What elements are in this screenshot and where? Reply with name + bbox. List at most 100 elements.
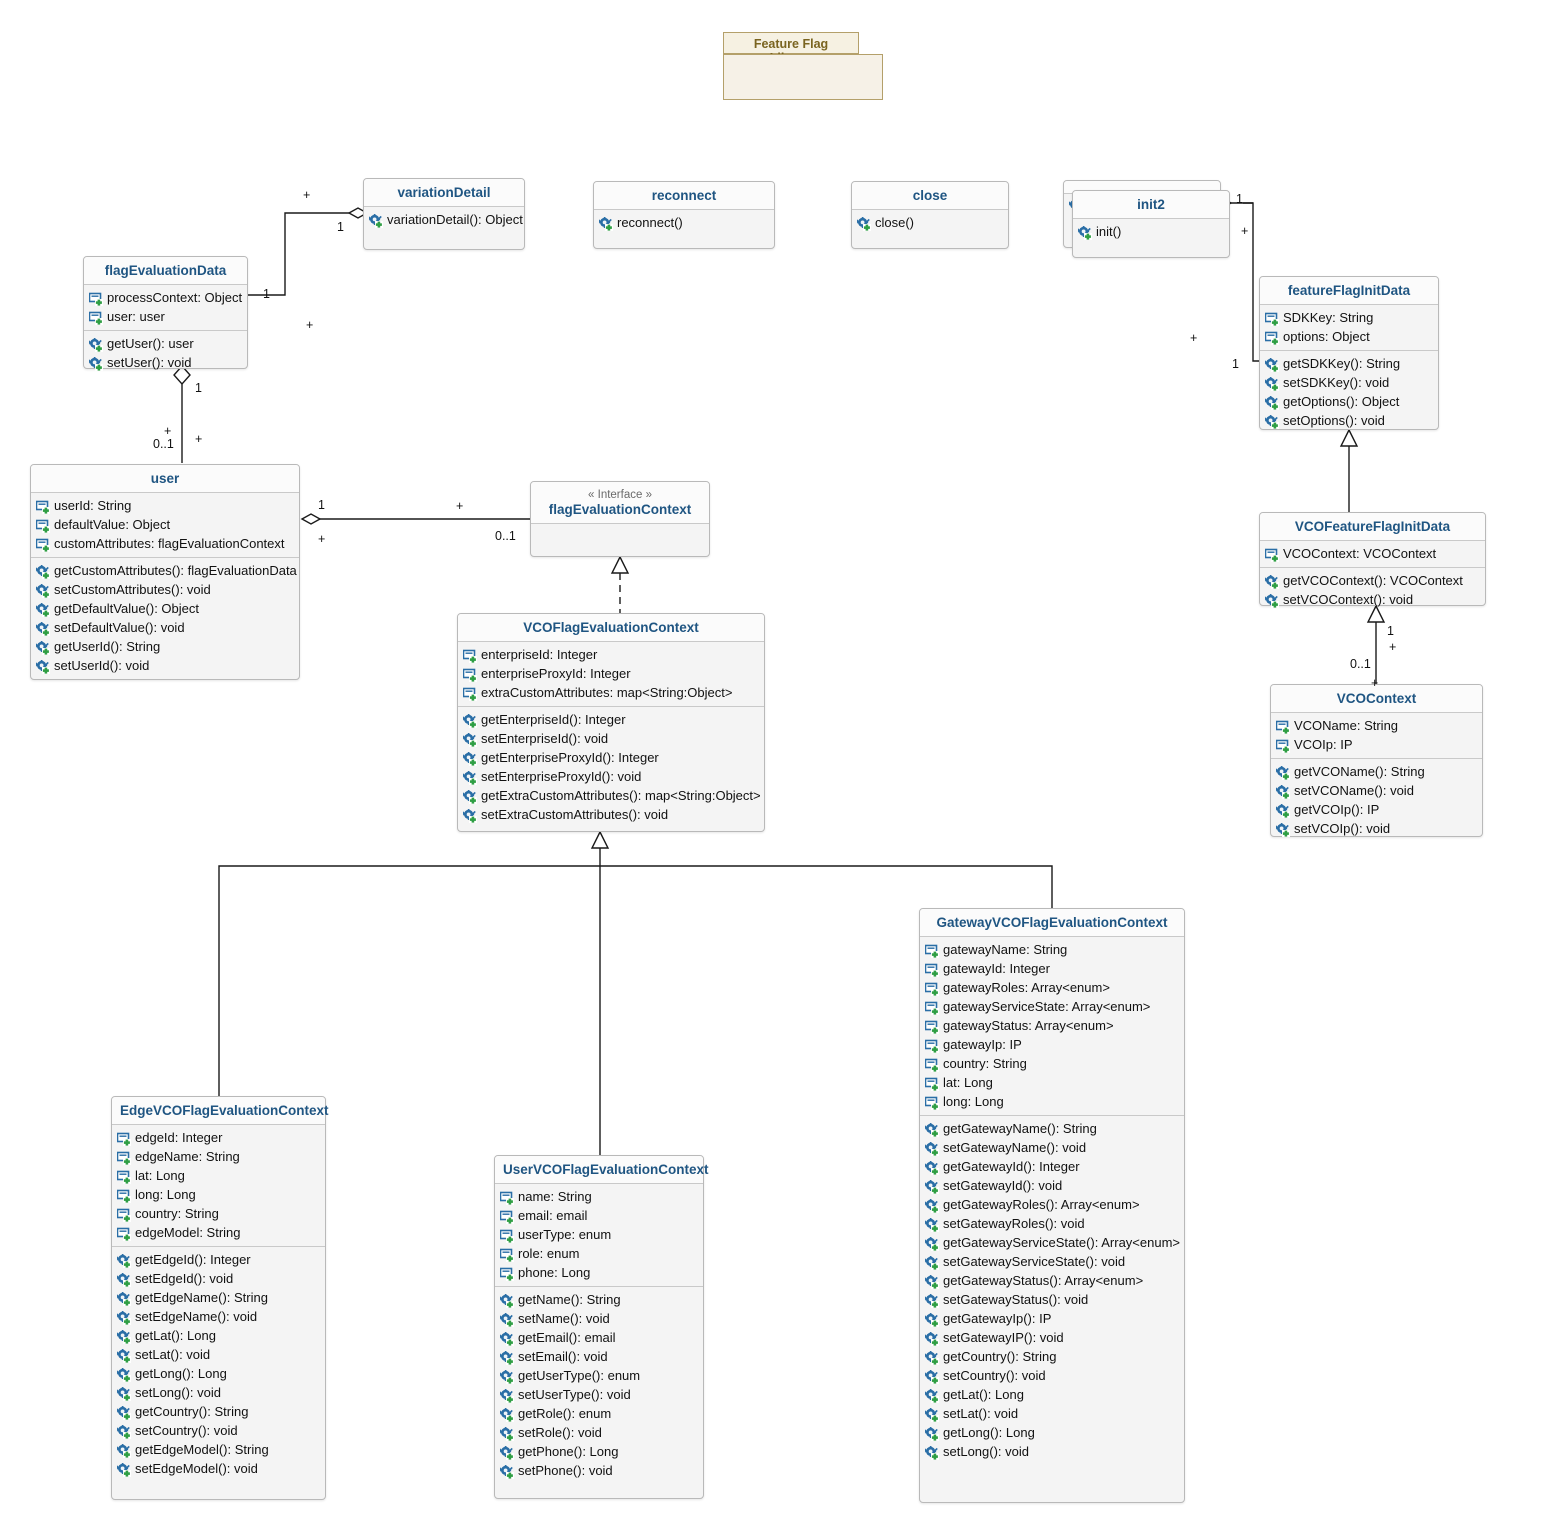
class-reconnect[interactable]: reconnect reconnect() <box>593 181 775 249</box>
attribute-icon <box>924 1001 940 1015</box>
attributes-section: VCOName: String VCOIp: IP <box>1271 713 1482 758</box>
method-icon <box>923 1236 940 1251</box>
members-section <box>531 524 709 563</box>
attribute-row: enterpriseProxyId: Integer <box>458 664 764 683</box>
method-row: setRole(): void <box>495 1423 703 1442</box>
class-VCOFlagEvaluationContext[interactable]: VCOFlagEvaluationContext enterpriseId: I… <box>457 613 765 832</box>
method-icon <box>498 1426 515 1441</box>
method-row: getCustomAttributes(): flagEvaluationDat… <box>31 561 299 580</box>
method-icon <box>34 564 51 579</box>
aggregation-diamond-flagevalcontext <box>300 513 322 525</box>
method-row: getEnterpriseId(): Integer <box>458 710 764 729</box>
class-featureFlagInitData[interactable]: featureFlagInitData SDKKey: String optio… <box>1259 276 1439 430</box>
methods-section: getName(): String setName(): void getEma… <box>495 1286 703 1484</box>
attribute-icon <box>499 1229 515 1243</box>
method-row: getVCOContext(): VCOContext <box>1260 571 1485 590</box>
attribute-icon <box>116 1151 132 1165</box>
method-icon <box>923 1369 940 1384</box>
class-VCOFeatureFlagInitData[interactable]: VCOFeatureFlagInitData VCOContext: VCOCo… <box>1259 512 1486 608</box>
method-icon <box>115 1424 132 1439</box>
attribute-row: user: user <box>84 307 247 326</box>
method-icon <box>923 1407 940 1422</box>
class-title: reconnect <box>594 182 774 210</box>
method-row: setUser(): void <box>84 353 247 372</box>
class-flagEvaluationData[interactable]: flagEvaluationData processContext: Objec… <box>83 256 248 372</box>
edge-multiplicity-label: + <box>318 532 326 546</box>
attribute-row: edgeName: String <box>112 1147 325 1166</box>
edge-multiplicity-label: 1 <box>1236 192 1243 206</box>
method-row: setLat(): void <box>920 1404 1184 1423</box>
edge-multiplicity-label: + <box>1371 676 1379 690</box>
class-flagEvaluationContext[interactable]: « Interface » flagEvaluationContext <box>530 481 710 557</box>
method-icon <box>1274 765 1291 780</box>
method-icon <box>923 1141 940 1156</box>
method-row: getOptions(): Object <box>1260 392 1438 411</box>
edge-multiplicity-label: 1 <box>195 381 202 395</box>
methods-section: variationDetail(): Object <box>364 207 524 233</box>
method-icon <box>461 770 478 785</box>
attribute-icon <box>924 944 940 958</box>
attribute-row: gatewayId: Integer <box>920 959 1184 978</box>
method-icon <box>597 216 614 231</box>
edge-gen-edge <box>218 865 600 1096</box>
attribute-row: gatewayIp: IP <box>920 1035 1184 1054</box>
class-variationDetail[interactable]: variationDetail variationDetail(): Objec… <box>363 178 525 250</box>
class-GatewayVCOFlagEvaluationContext[interactable]: GatewayVCOFlagEvaluationContext gatewayN… <box>919 908 1185 1503</box>
class-EdgeVCOFlagEvaluationContext[interactable]: EdgeVCOFlagEvaluationContext edgeId: Int… <box>111 1096 329 1500</box>
method-icon <box>1263 414 1280 429</box>
class-title: flagEvaluationData <box>84 257 247 285</box>
method-row: setGatewayStatus(): void <box>920 1290 1184 1309</box>
method-row: setVCOIp(): void <box>1271 819 1482 838</box>
methods-section: getSDKKey(): String setSDKKey(): void ge… <box>1260 350 1438 434</box>
attribute-icon <box>88 311 104 325</box>
class-UserVCOFlagEvaluationContext[interactable]: UserVCOFlagEvaluationContext name: Strin… <box>494 1155 709 1499</box>
attribute-row: gatewayServiceState: Array<enum> <box>920 997 1184 1016</box>
method-row: getGatewayRoles(): Array<enum> <box>920 1195 1184 1214</box>
stereotype-label: « Interface » <box>588 489 652 501</box>
method-row: setEdgeName(): void <box>112 1307 325 1326</box>
method-icon <box>115 1462 132 1477</box>
method-icon <box>115 1291 132 1306</box>
methods-section: getEdgeId(): Integer setEdgeId(): void g… <box>112 1246 325 1482</box>
edge-multiplicity-label: 1 <box>318 498 325 512</box>
method-icon <box>498 1407 515 1422</box>
edge-multiplicity-label: 0..1 <box>1350 657 1371 671</box>
attributes-section: gatewayName: String gatewayId: Integer g… <box>920 937 1184 1115</box>
method-row: getDefaultValue(): Object <box>31 599 299 618</box>
attributes-section: edgeId: Integer edgeName: String lat: Lo… <box>112 1125 325 1246</box>
class-VCOContext[interactable]: VCOContext VCOName: String VCOIp: IP get… <box>1270 684 1483 837</box>
method-row: getEdgeId(): Integer <box>112 1250 325 1269</box>
method-row: setName(): void <box>495 1309 703 1328</box>
method-icon <box>1274 784 1291 799</box>
attribute-row: extraCustomAttributes: map<String:Object… <box>458 683 764 702</box>
class-init2[interactable]: init2 init() <box>1072 190 1230 258</box>
attribute-row: gatewayStatus: Array<enum> <box>920 1016 1184 1035</box>
attributes-section: name: String email: email userType: enum… <box>495 1184 703 1286</box>
method-icon <box>498 1388 515 1403</box>
method-row: getUserId(): String <box>31 637 299 656</box>
method-row: setGatewayServiceState(): void <box>920 1252 1184 1271</box>
methods-section: getEnterpriseId(): Integer setEnterprise… <box>458 706 764 828</box>
class-user[interactable]: user userId: String defaultValue: Object… <box>30 464 300 680</box>
method-icon <box>1263 574 1280 589</box>
edge-multiplicity-label: + <box>456 499 464 513</box>
attribute-icon <box>116 1170 132 1184</box>
method-icon <box>923 1179 940 1194</box>
methods-section: close() <box>852 210 1008 236</box>
method-row: setCountry(): void <box>112 1421 325 1440</box>
method-row: getName(): String <box>495 1290 703 1309</box>
class-title: EdgeVCOFlagEvaluationContext <box>112 1097 329 1125</box>
attribute-icon <box>116 1208 132 1222</box>
method-row: setEdgeModel(): void <box>112 1459 325 1478</box>
attribute-icon <box>462 649 478 663</box>
method-icon <box>1274 822 1291 837</box>
method-icon <box>923 1198 940 1213</box>
class-title: VCOFeatureFlagInitData <box>1260 513 1485 541</box>
class-close[interactable]: close close() <box>851 181 1009 249</box>
method-icon <box>498 1369 515 1384</box>
method-row: setEdgeId(): void <box>112 1269 325 1288</box>
attribute-icon <box>1275 720 1291 734</box>
class-title: user <box>31 465 299 493</box>
method-icon <box>34 640 51 655</box>
class-title: VCOFlagEvaluationContext <box>458 614 764 642</box>
